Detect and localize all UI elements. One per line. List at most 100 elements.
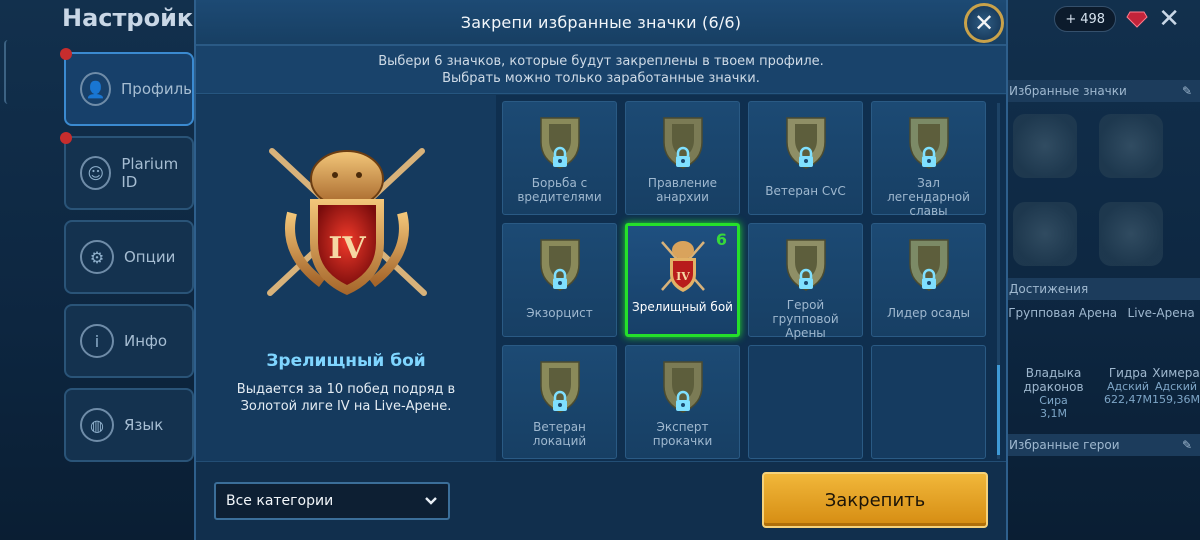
- settings-title: Настройки: [62, 4, 211, 32]
- badge-cell[interactable]: Борьба с вредителями: [502, 101, 617, 215]
- favorite-badges-header: Избранные значки ✎: [1003, 80, 1200, 102]
- settings-close-icon[interactable]: ✕: [1158, 4, 1180, 34]
- badge-label: Зрелищный бой: [632, 300, 733, 314]
- notification-dot: [60, 132, 72, 144]
- achievement-item: Live-Арена: [1127, 306, 1195, 320]
- badge-cell[interactable]: Правление анархии: [625, 101, 740, 215]
- profile-right-panel: Избранные значки ✎ Достижения Групповая …: [1003, 80, 1200, 456]
- sidebar-item-profile[interactable]: 👤 Профиль: [60, 48, 194, 126]
- achievements-row: Групповая Арена Live-Арена: [1003, 300, 1200, 326]
- close-icon: ✕: [973, 9, 995, 37]
- lock-icon: [675, 146, 690, 167]
- badge-grid-area: Борьба с вредителями Правление анархии Вет…: [496, 95, 1006, 461]
- lock-icon: [552, 146, 567, 167]
- favorite-badges-row: [1003, 190, 1200, 278]
- badge-label: Борьба с вредителями: [517, 176, 602, 204]
- lock-icon: [921, 146, 936, 167]
- stat-item: Химера Адский 159,36M: [1152, 366, 1200, 406]
- badge-slot-empty: [748, 345, 863, 459]
- badge-label: Эксперт прокачки: [652, 420, 713, 448]
- achievements-header: Достижения: [1003, 278, 1200, 300]
- settings-sidebar: 👤 Профиль ☺ Plarium ID ⚙ Опции i Инфо ◍ …: [60, 48, 194, 472]
- stat-item: Гидра Адский 622,47M: [1104, 366, 1153, 406]
- badge-slot-empty: [871, 345, 986, 459]
- currency-value: 498: [1080, 11, 1106, 27]
- edit-icon[interactable]: ✎: [1182, 84, 1192, 98]
- selected-badge-name: Зрелищный бой: [266, 351, 426, 371]
- chevron-down-icon: [425, 497, 437, 505]
- sidebar-item-label: Plarium ID: [121, 155, 179, 191]
- lock-icon: [798, 146, 813, 167]
- spectacular-fight-badge-icon: IV: [267, 148, 427, 296]
- badge-label: Экзорцист: [526, 306, 593, 320]
- gem-icon: [1126, 11, 1148, 28]
- selected-badge-description: Выдается за 10 побед подряд в Золотой ли…: [236, 382, 456, 414]
- subtitle-line: Выбери 6 значков, которые будут закрепле…: [378, 53, 824, 69]
- badge-label: Правление анархии: [647, 176, 718, 204]
- modal-header: Закрепи избранные значки (6/6): [196, 0, 1006, 46]
- stat-item: Владыка драконов Сира 3,1M: [1023, 366, 1084, 420]
- lock-icon: [798, 268, 813, 289]
- badge-cell[interactable]: Лидер осады: [871, 223, 986, 337]
- sidebar-item-info[interactable]: i Инфо: [64, 304, 194, 378]
- pin-button[interactable]: Закрепить: [762, 472, 988, 528]
- badge-rank-numeral: IV: [328, 231, 366, 266]
- badge-cell[interactable]: Ветеран CvC: [748, 101, 863, 215]
- info-icon: i: [80, 324, 114, 358]
- favorite-badge[interactable]: [1099, 202, 1163, 266]
- badge-label: Лидер осады: [887, 306, 970, 320]
- favorite-badge[interactable]: [1099, 114, 1163, 178]
- badge-label: Ветеран локаций: [532, 420, 587, 448]
- back-arc[interactable]: [4, 40, 12, 104]
- boss-stats-row: Владыка драконов Сира 3,1M Гидра Адский …: [1003, 360, 1200, 426]
- badge-label: Герой групповой Арены: [772, 298, 839, 340]
- currency-bar: + 498 ✕: [1054, 4, 1180, 34]
- sidebar-item-label: Язык: [124, 416, 164, 434]
- category-dropdown[interactable]: Все категории: [214, 482, 450, 520]
- notification-dot: [60, 48, 72, 60]
- badge-grid: Борьба с вредителями Правление анархии Вет…: [502, 101, 986, 459]
- spectacular-fight-badge-icon: IV: [660, 241, 705, 292]
- close-button[interactable]: ✕: [964, 3, 1004, 43]
- plus-icon: +: [1065, 11, 1077, 27]
- badge-cell[interactable]: Ветеран локаций: [502, 345, 617, 459]
- badge-detail-panel: IV Зрелищный бой Выдается за 10 побед по…: [196, 95, 496, 465]
- favorite-badge[interactable]: [1013, 202, 1077, 266]
- currency-pill[interactable]: + 498: [1054, 6, 1117, 32]
- lock-icon: [552, 268, 567, 289]
- profile-icon: 👤: [80, 72, 112, 106]
- edit-icon[interactable]: ✎: [1182, 438, 1192, 452]
- favorite-badge[interactable]: [1013, 114, 1077, 178]
- sidebar-item-options[interactable]: ⚙ Опции: [64, 220, 194, 294]
- achievement-item: Групповая Арена: [1008, 306, 1118, 320]
- globe-icon: ◍: [80, 408, 114, 442]
- plarium-id-icon: ☺: [80, 156, 112, 190]
- gear-icon: ⚙: [80, 240, 114, 274]
- sidebar-item-label: Инфо: [124, 332, 168, 350]
- modal-subtitle: Выбери 6 значков, которые будут закрепле…: [196, 46, 1006, 94]
- badge-order-number: 6: [715, 230, 727, 249]
- dropdown-value: Все категории: [226, 493, 334, 509]
- sidebar-item-label: Профиль: [121, 80, 192, 98]
- sidebar-item-label: Опции: [124, 248, 176, 266]
- favorite-badges-row: [1003, 102, 1200, 190]
- sidebar-item-plarium-id[interactable]: ☺ Plarium ID: [60, 132, 194, 210]
- sidebar-item-language[interactable]: ◍ Язык: [64, 388, 194, 462]
- badge-cell[interactable]: Экзорцист: [502, 223, 617, 337]
- badge-label: Ветеран CvC: [765, 184, 846, 198]
- badge-cell[interactable]: Зал легендарной славы: [871, 101, 986, 218]
- lock-icon: [921, 268, 936, 289]
- modal-footer: Все категории Закрепить: [196, 461, 1006, 540]
- pin-badges-modal: Закрепи избранные значки (6/6) ✕ Выбери …: [194, 0, 1008, 540]
- badge-rank-numeral: IV: [676, 270, 690, 283]
- badge-cell[interactable]: Герой групповой Арены: [748, 223, 863, 340]
- favorite-heroes-header: Избранные герои ✎: [1003, 434, 1200, 456]
- lock-icon: [552, 390, 567, 411]
- lock-icon: [675, 390, 690, 411]
- badge-cell-selected[interactable]: IV 6 Зрелищный бой: [625, 223, 740, 337]
- modal-title: Закрепи избранные значки (6/6): [460, 12, 742, 32]
- badge-cell[interactable]: Эксперт прокачки: [625, 345, 740, 459]
- badge-label: Зал легендарной славы: [887, 176, 970, 218]
- scrollbar-thumb[interactable]: [997, 365, 1000, 455]
- grid-scrollbar[interactable]: [997, 103, 1000, 459]
